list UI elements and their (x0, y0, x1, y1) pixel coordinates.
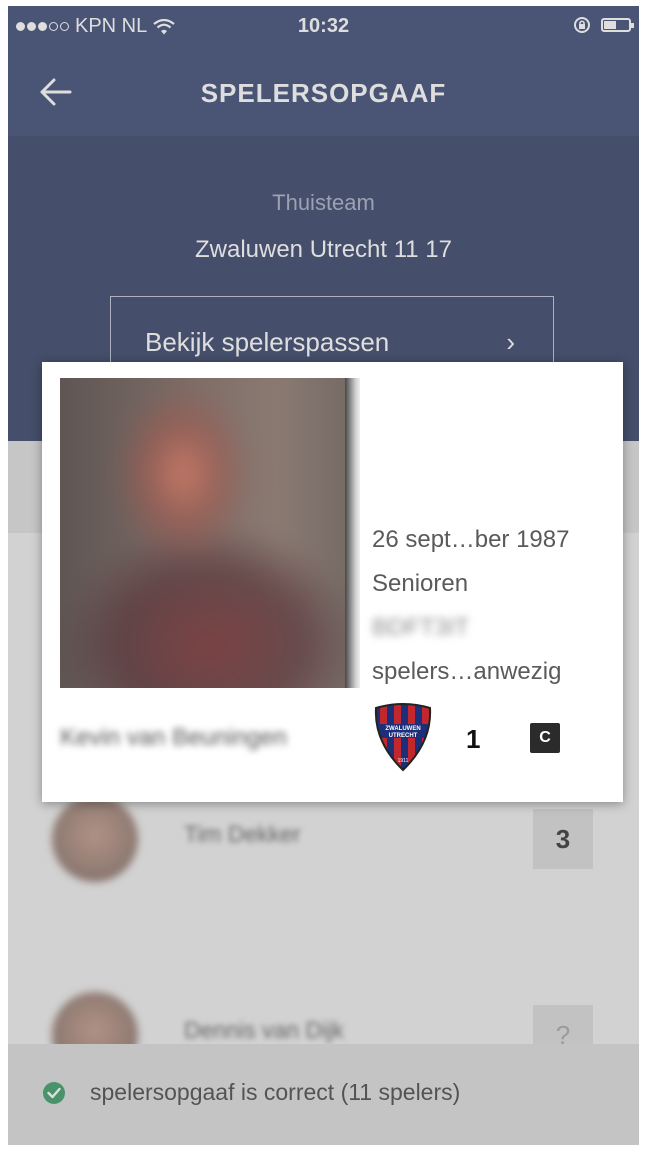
club-logo-icon: ZWALUWEN UTRECHT 1911 (374, 703, 432, 772)
app-screen: KPN NL 10:32 SPELERSOPGAAF Thuisteam Zwa… (8, 6, 639, 1145)
captain-badge: C (530, 723, 560, 753)
player-photo (60, 378, 360, 688)
relation-code: BDFT3IT (372, 614, 470, 641)
presence-status: spelers…anwezig (372, 658, 562, 685)
svg-text:UTRECHT: UTRECHT (389, 733, 418, 739)
svg-text:1911: 1911 (398, 758, 409, 764)
player-name: Kevin van Beuningen (60, 724, 287, 751)
player-card[interactable]: 26 sept…ber 1987 Senioren BDFT3IT speler… (42, 362, 623, 802)
birthdate: 26 sept…ber 1987 (372, 526, 570, 553)
svg-text:ZWALUWEN: ZWALUWEN (385, 726, 420, 732)
age-category: Senioren (372, 570, 469, 597)
photo-edge (345, 378, 360, 688)
shirt-number: 1 (466, 724, 481, 754)
